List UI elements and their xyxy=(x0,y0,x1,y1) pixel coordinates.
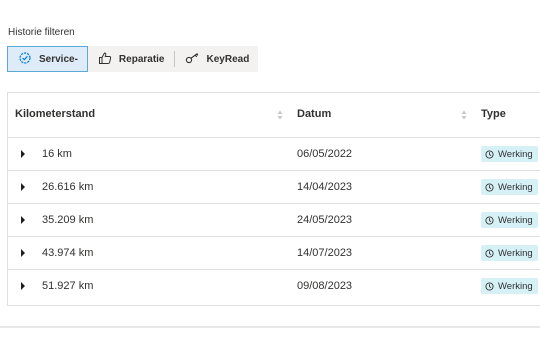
expand-caret-icon[interactable] xyxy=(21,249,25,257)
filter-button-group: Service- Reparatie KeyRead xyxy=(7,46,259,72)
type-badge: Werking xyxy=(481,212,538,228)
expand-caret-icon[interactable] xyxy=(21,150,25,158)
keyread-filter-label: KeyRead xyxy=(206,53,250,65)
type-label: Werking xyxy=(498,280,533,292)
reparatie-filter-button[interactable]: Reparatie xyxy=(88,46,174,72)
table-row[interactable]: 35.209 km 24/05/2023 Werking xyxy=(8,204,540,237)
date-cell: 14/07/2023 xyxy=(297,247,353,259)
type-label: Werking xyxy=(498,181,533,193)
clock-icon xyxy=(485,182,494,192)
key-icon xyxy=(185,51,207,68)
service-filter-button[interactable]: Service- xyxy=(7,46,88,72)
table-row[interactable]: 51.927 km 09/08/2023 Werking xyxy=(8,270,540,303)
clock-icon xyxy=(485,248,494,258)
filter-label: Historie filteren xyxy=(8,27,75,38)
sort-icon[interactable] xyxy=(461,110,467,120)
sort-icon[interactable] xyxy=(277,110,283,120)
column-header-datum[interactable]: Datum xyxy=(297,108,331,120)
column-header-type[interactable]: Type xyxy=(481,108,506,120)
history-table: Kilometerstand Datum Type 16 km 06/05/20… xyxy=(7,92,540,306)
type-badge: Werking xyxy=(481,179,538,195)
service-filter-label: Service- xyxy=(39,53,78,65)
column-header-kilometerstand[interactable]: Kilometerstand xyxy=(15,108,95,120)
date-cell: 09/08/2023 xyxy=(297,280,353,292)
km-cell: 51.927 km xyxy=(42,280,94,292)
keyread-filter-button[interactable]: KeyRead xyxy=(175,46,259,72)
km-cell: 43.974 km xyxy=(42,247,94,259)
gear-check-icon xyxy=(18,51,39,68)
date-cell: 14/04/2023 xyxy=(297,181,353,193)
km-cell: 26.616 km xyxy=(42,181,94,193)
km-cell: 16 km xyxy=(42,148,72,160)
table-row[interactable]: 26.616 km 14/04/2023 Werking xyxy=(8,171,540,204)
expand-caret-icon[interactable] xyxy=(21,183,25,191)
date-cell: 06/05/2022 xyxy=(297,148,353,160)
type-label: Werking xyxy=(498,214,533,226)
type-badge: Werking xyxy=(481,245,538,261)
km-cell: 35.209 km xyxy=(42,214,94,226)
clock-icon xyxy=(485,149,494,159)
table-header: Kilometerstand Datum Type xyxy=(8,93,540,138)
expand-caret-icon[interactable] xyxy=(21,216,25,224)
table-row[interactable]: 16 km 06/05/2022 Werking xyxy=(8,138,540,171)
footer-divider xyxy=(0,326,540,328)
date-cell: 24/05/2023 xyxy=(297,214,353,226)
type-label: Werking xyxy=(498,247,533,259)
reparatie-filter-label: Reparatie xyxy=(118,53,165,65)
clock-icon xyxy=(485,281,494,291)
type-badge: Werking xyxy=(481,146,538,162)
type-badge: Werking xyxy=(481,278,538,294)
clock-icon xyxy=(485,215,494,225)
thumbs-up-icon xyxy=(98,51,119,68)
table-row[interactable]: 43.974 km 14/07/2023 Werking xyxy=(8,237,540,270)
type-label: Werking xyxy=(498,148,533,160)
expand-caret-icon[interactable] xyxy=(21,282,25,290)
